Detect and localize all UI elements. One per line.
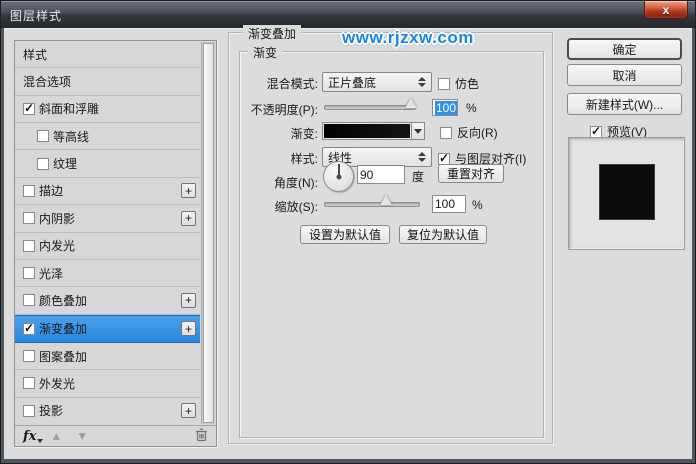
gradient-label: 渐变:	[290, 127, 318, 141]
align-checkbox-box[interactable]	[438, 151, 450, 165]
add-drop-shadow-button[interactable]: +	[181, 403, 196, 419]
checkbox-texture[interactable]	[37, 157, 49, 170]
reverse-checkbox[interactable]: 反向(R)	[440, 124, 498, 141]
checkbox-bevel-emboss[interactable]	[23, 101, 35, 115]
close-icon: x	[662, 2, 670, 17]
checkbox-drop-shadow[interactable]	[23, 404, 35, 417]
angle-label: 角度(N):	[274, 176, 318, 190]
layer-style-dialog: 图层样式 x www.rjzxw.com 样式 混合选项 斜面和浮雕	[0, 0, 696, 464]
dialog-content: www.rjzxw.com 样式 混合选项 斜面和浮雕 等高线	[4, 25, 692, 459]
select-updown-icon	[418, 77, 426, 87]
styles-list-scrollbar[interactable]	[201, 42, 215, 424]
opacity-label: 不透明度(P):	[250, 103, 318, 117]
checkbox-contour[interactable]	[37, 130, 49, 143]
gradient-picker-button[interactable]	[411, 122, 425, 140]
sidebar-item-outer-glow[interactable]: 外发光	[15, 370, 200, 398]
checkbox-outer-glow[interactable]	[23, 377, 35, 390]
sidebar-item-gradient-overlay[interactable]: 渐变叠加 +	[15, 314, 200, 343]
angle-dial[interactable]	[323, 161, 354, 192]
dither-checkbox-box[interactable]	[438, 77, 450, 90]
checkbox-satin[interactable]	[23, 267, 35, 280]
preview-swatch	[598, 163, 655, 220]
sidebar-item-contour[interactable]: 等高线	[15, 123, 200, 151]
gradient-overlay-panel: 渐变叠加 渐变 混合模式: 正片叠底 仿色 不透明度(P): 100 % 渐变:…	[228, 25, 553, 444]
sidebar-item-blending-options[interactable]: 混合选项	[15, 68, 200, 96]
select-updown-icon	[418, 152, 426, 162]
add-color-overlay-button[interactable]: +	[181, 292, 196, 308]
checkbox-color-overlay[interactable]	[23, 294, 35, 307]
blend-mode-select[interactable]: 正片叠底	[322, 72, 432, 92]
fx-menu-icon[interactable]: fx	[23, 429, 44, 444]
checkbox-stroke[interactable]	[23, 184, 35, 197]
title-bar[interactable]: 图层样式 x	[1, 1, 695, 28]
add-gradient-overlay-button[interactable]: +	[181, 321, 196, 337]
dither-checkbox[interactable]: 仿色	[438, 75, 479, 92]
panel-title: 渐变叠加	[243, 25, 302, 42]
reverse-checkbox-box[interactable]	[440, 126, 452, 139]
ok-button[interactable]: 确定	[567, 38, 682, 60]
set-default-button[interactable]: 设置为默认值	[300, 225, 390, 244]
sidebar-item-bevel-emboss[interactable]: 斜面和浮雕	[15, 96, 200, 124]
dialog-title: 图层样式	[10, 9, 63, 23]
move-down-icon[interactable]: ▼	[76, 430, 88, 442]
sidebar-item-styles[interactable]: 样式	[15, 41, 200, 69]
style-preview	[568, 137, 685, 250]
sidebar-item-stroke[interactable]: 描边 +	[15, 178, 200, 206]
sidebar-item-drop-shadow[interactable]: 投影 +	[15, 398, 200, 424]
angle-unit: 度	[412, 170, 425, 184]
scrollbar-thumb[interactable]	[203, 43, 214, 423]
add-inner-shadow-button[interactable]: +	[181, 210, 196, 226]
sidebar-item-texture[interactable]: 纹理	[15, 150, 200, 178]
reset-default-button[interactable]: 复位为默认值	[399, 225, 487, 244]
scale-unit: %	[472, 198, 483, 212]
opacity-slider[interactable]	[324, 98, 417, 110]
group-title: 渐变	[248, 44, 283, 61]
angle-input[interactable]: 90	[357, 165, 405, 184]
scale-slider[interactable]	[324, 195, 420, 207]
preview-checkbox-box[interactable]	[590, 124, 602, 138]
sidebar-item-inner-glow[interactable]: 内发光	[15, 233, 200, 260]
styles-list-items: 样式 混合选项 斜面和浮雕 等高线 纹理	[15, 41, 200, 424]
chevron-down-icon	[414, 128, 422, 134]
scale-slider-thumb[interactable]	[380, 195, 392, 205]
close-button[interactable]: x	[644, 1, 688, 19]
cancel-button[interactable]: 取消	[567, 64, 682, 86]
opacity-input[interactable]: 100	[432, 99, 458, 116]
blend-mode-label: 混合模式:	[266, 77, 318, 91]
opacity-slider-thumb[interactable]	[405, 98, 417, 108]
sidebar-item-satin[interactable]: 光泽	[15, 260, 200, 288]
checkbox-inner-shadow[interactable]	[23, 212, 35, 225]
watermark: www.rjzxw.com	[342, 28, 474, 47]
checkbox-pattern-overlay[interactable]	[23, 350, 35, 363]
sidebar-item-color-overlay[interactable]: 颜色叠加 +	[15, 287, 200, 315]
move-up-icon[interactable]: ▲	[50, 430, 62, 442]
style-label: 样式:	[290, 152, 318, 166]
styles-list-footer: fx ▲ ▼	[15, 425, 216, 446]
gradient-swatch[interactable]	[322, 122, 412, 140]
reset-alignment-button[interactable]: 重置对齐	[438, 164, 504, 183]
angle-hub	[336, 174, 341, 179]
opacity-unit: %	[466, 101, 477, 115]
add-stroke-button[interactable]: +	[181, 183, 196, 199]
gradient-group: 渐变 混合模式: 正片叠底 仿色 不透明度(P): 100 % 渐变: 反向(R…	[239, 44, 544, 438]
sidebar-item-inner-shadow[interactable]: 内阴影 +	[15, 205, 200, 233]
delete-effect-icon[interactable]	[195, 428, 208, 445]
new-style-button[interactable]: 新建样式(W)...	[567, 93, 682, 115]
sidebar-item-pattern-overlay[interactable]: 图案叠加	[15, 343, 200, 371]
checkbox-inner-glow[interactable]	[23, 239, 35, 252]
checkbox-gradient-overlay[interactable]	[23, 321, 35, 335]
styles-list: 样式 混合选项 斜面和浮雕 等高线 纹理	[14, 40, 217, 447]
scale-input[interactable]: 100	[432, 195, 466, 213]
scale-label: 缩放(S):	[274, 200, 318, 214]
